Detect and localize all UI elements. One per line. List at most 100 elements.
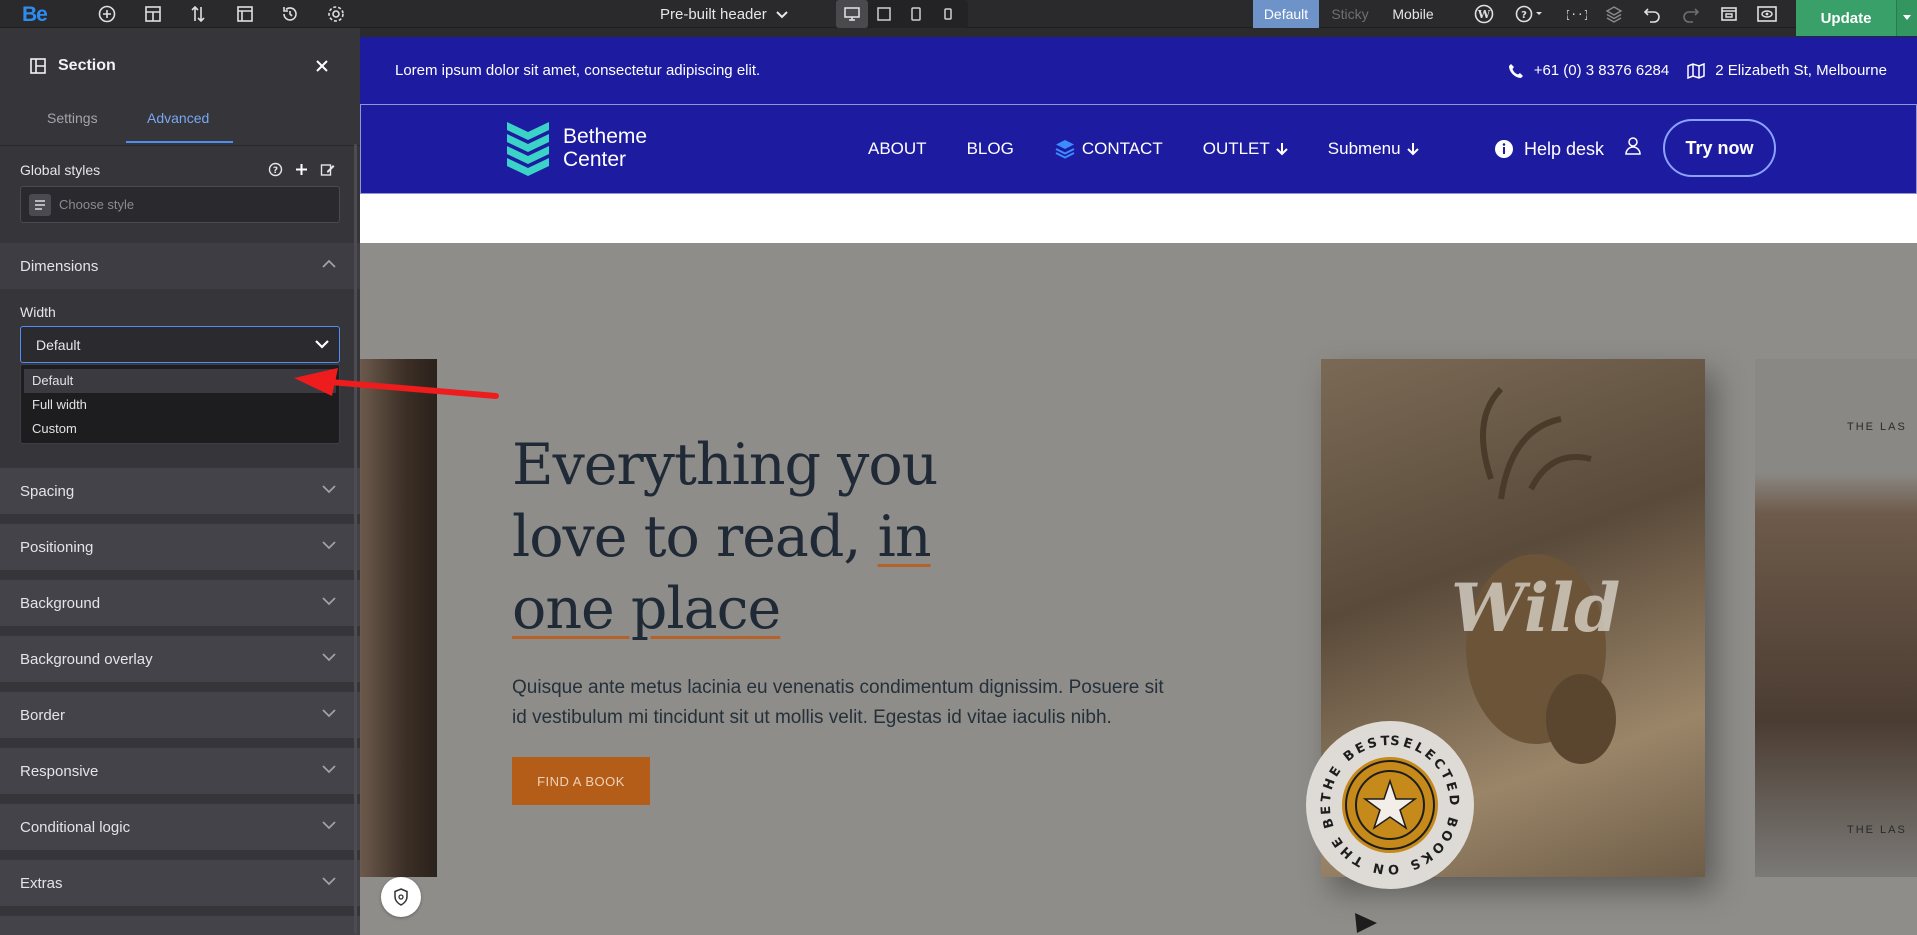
state-default-button[interactable]: Default <box>1253 0 1319 28</box>
panel-header: Section <box>0 42 360 90</box>
conditional-logic-section-header[interactable]: Conditional logic <box>0 804 360 850</box>
section-layout-icon <box>30 58 46 74</box>
site-brand[interactable]: Betheme Center <box>505 120 647 176</box>
panel-scrollbar[interactable] <box>354 144 357 934</box>
brand-line-2: Center <box>563 148 627 171</box>
preview-eye-icon[interactable] <box>1753 0 1781 28</box>
width-option-custom[interactable]: Custom <box>24 417 336 441</box>
chevron-down-icon <box>775 7 789 21</box>
add-style-icon[interactable] <box>294 162 309 177</box>
user-icon[interactable] <box>1625 137 1641 155</box>
svg-text:{··}: {··} <box>1567 8 1587 21</box>
chevron-down-icon <box>322 540 336 550</box>
template-selector-label: Pre-built header <box>660 5 767 23</box>
nav-outlet[interactable]: OUTLET <box>1203 139 1288 159</box>
address[interactable]: 2 Elizabeth St, Melbourne <box>1715 62 1887 79</box>
responsive-section-header[interactable]: Responsive <box>0 748 360 794</box>
nav-contact[interactable]: CONTACT <box>1054 138 1163 160</box>
extras-section-header[interactable]: Extras <box>0 860 360 906</box>
chevron-down-icon <box>322 764 336 774</box>
hero-title: Everything you love to read, in one plac… <box>512 429 972 645</box>
phone-icon <box>1508 63 1524 79</box>
help-desk-link[interactable]: Help desk <box>1494 105 1604 193</box>
background-section-header[interactable]: Background <box>0 580 360 626</box>
map-icon <box>1687 62 1705 79</box>
positioning-section-header[interactable]: Positioning <box>0 524 360 570</box>
dimensions-label: Dimensions <box>20 257 99 275</box>
arrow-down-icon <box>1406 142 1419 156</box>
selected-books-badge: SELECTED BOOKS ON THE BETHE BEST <box>1306 721 1474 933</box>
info-icon <box>1494 139 1514 159</box>
page-preview: Lorem ipsum dolor sit amet, consectetur … <box>360 37 1917 935</box>
width-select[interactable]: Default <box>20 326 340 363</box>
hero-title-line-2b: in <box>877 504 932 570</box>
spacing-section-header[interactable]: Spacing <box>0 468 360 514</box>
add-element-icon[interactable] <box>93 0 121 28</box>
nav-blog[interactable]: BLOG <box>967 139 1014 159</box>
desktop-view-icon[interactable] <box>836 0 868 28</box>
background-overlay-section-header[interactable]: Background overlay <box>0 636 360 682</box>
privacy-shield-icon[interactable] <box>381 877 421 917</box>
hero-title-line-1: Everything you <box>512 432 938 498</box>
nav-about-label: ABOUT <box>868 139 927 158</box>
conditional-logic-label: Conditional logic <box>20 818 131 836</box>
template-selector[interactable]: Pre-built header <box>660 0 789 28</box>
spacing-label: Spacing <box>20 482 75 500</box>
active-tab-indicator <box>126 141 233 143</box>
nav-about[interactable]: ABOUT <box>868 139 927 159</box>
phone-number[interactable]: +61 (0) 3 8376 6284 <box>1534 62 1670 79</box>
book-title: Wild <box>1451 569 1621 647</box>
chevron-down-icon <box>315 339 329 349</box>
prebuilt-sections-icon[interactable] <box>231 0 259 28</box>
undo-icon[interactable] <box>1638 0 1666 28</box>
background-overlay-label: Background overlay <box>20 650 153 668</box>
positioning-label: Positioning <box>20 538 94 556</box>
find-a-book-button[interactable]: FIND A BOOK <box>512 757 650 805</box>
sort-icon[interactable] <box>184 0 212 28</box>
nav-submenu[interactable]: Submenu <box>1328 139 1419 159</box>
nav-contact-label: CONTACT <box>1081 139 1163 158</box>
book2-bottom-text: THE LAS <box>1847 824 1907 836</box>
responsive-label: Responsive <box>20 762 99 780</box>
help-icon[interactable]: ? <box>268 162 283 177</box>
annotation-arrow-icon <box>294 368 499 399</box>
next-section-header[interactable] <box>0 916 360 935</box>
try-now-button[interactable]: Try now <box>1663 119 1776 177</box>
custom-code-icon[interactable]: {··} <box>1563 0 1591 28</box>
help-icon[interactable]: ? <box>1512 0 1548 28</box>
book-cover-image-right: THE LAS THE LAS <box>1755 359 1917 877</box>
border-section-header[interactable]: Border <box>0 692 360 738</box>
chevron-up-icon <box>322 259 336 269</box>
svg-text:?: ? <box>1521 10 1527 21</box>
betheme-logo[interactable]: Be <box>22 3 48 27</box>
state-mobile-button[interactable]: Mobile <box>1384 0 1442 28</box>
hero-section[interactable]: Everything you love to read, in one plac… <box>360 243 1917 935</box>
state-sticky-button[interactable]: Sticky <box>1326 0 1374 28</box>
wordpress-icon[interactable]: W <box>1470 0 1498 28</box>
edit-style-icon[interactable] <box>320 162 335 177</box>
website-preview-icon[interactable] <box>1715 0 1743 28</box>
laptop-view-icon[interactable] <box>868 0 900 28</box>
tab-advanced[interactable]: Advanced <box>147 90 209 146</box>
book2-top-text: THE LAS <box>1847 421 1907 433</box>
tab-settings[interactable]: Settings <box>47 90 98 146</box>
tablet-view-icon[interactable] <box>900 0 932 28</box>
mobile-view-icon[interactable] <box>932 0 964 28</box>
chevron-down-icon <box>322 596 336 606</box>
settings-gear-icon[interactable] <box>322 0 350 28</box>
dimensions-section-header[interactable]: Dimensions <box>0 243 360 289</box>
panel-tabs: Settings Advanced <box>0 90 360 146</box>
history-icon[interactable] <box>276 0 304 28</box>
close-icon[interactable] <box>314 58 330 74</box>
choose-style-select[interactable]: Choose style <box>20 186 340 223</box>
layers-icon[interactable] <box>1600 0 1628 28</box>
svg-text:W: W <box>1477 8 1491 21</box>
chevron-down-icon <box>322 652 336 662</box>
update-options-icon[interactable] <box>1896 0 1917 36</box>
redo-icon[interactable] <box>1677 0 1705 28</box>
nav-submenu-label: Submenu <box>1327 139 1401 158</box>
add-section-icon[interactable] <box>139 0 167 28</box>
update-button[interactable]: Update <box>1796 0 1896 36</box>
global-styles-label: Global styles <box>20 162 101 178</box>
panel-title: Section <box>58 57 116 74</box>
